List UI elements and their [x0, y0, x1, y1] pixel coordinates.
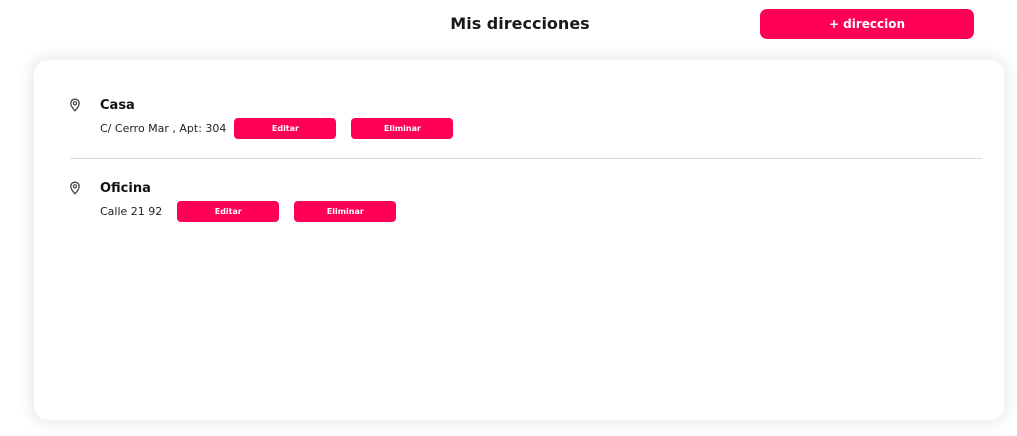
add-address-button[interactable]: + direccion	[760, 9, 974, 39]
location-pin-icon	[70, 98, 80, 112]
address-name: Casa	[100, 98, 135, 113]
address-detail: Calle 21 92	[100, 205, 163, 218]
edit-button[interactable]: Editar	[234, 118, 337, 139]
delete-button[interactable]: Eliminar	[351, 118, 454, 139]
address-list-card: Casa C/ Cerro Mar , Apt: 304 Editar Elim…	[34, 60, 1004, 420]
address-line: Calle 21 92 Editar Eliminar	[100, 201, 397, 222]
divider	[70, 158, 982, 159]
address-line: C/ Cerro Mar , Apt: 304 Editar Eliminar	[100, 118, 454, 139]
page-title: Mis direcciones	[450, 14, 590, 33]
location-pin-icon	[70, 181, 80, 195]
address-name: Oficina	[100, 181, 151, 196]
edit-button[interactable]: Editar	[177, 201, 280, 222]
delete-button[interactable]: Eliminar	[294, 201, 397, 222]
address-detail: C/ Cerro Mar , Apt: 304	[100, 122, 227, 135]
